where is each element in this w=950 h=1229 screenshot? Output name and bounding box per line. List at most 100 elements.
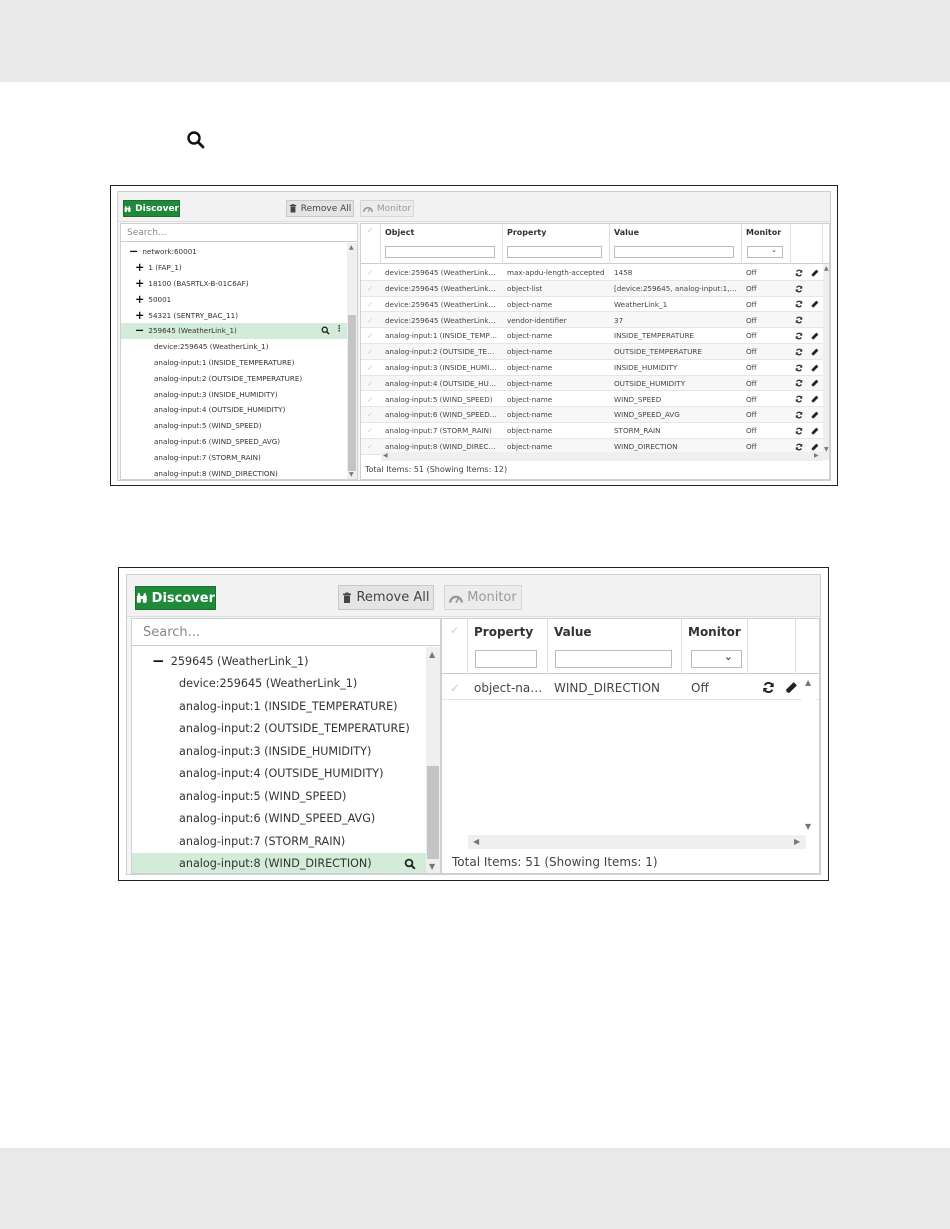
refresh-icon[interactable] <box>795 395 803 403</box>
pencil-icon[interactable] <box>811 443 819 451</box>
pencil-icon[interactable] <box>811 364 819 372</box>
select-all-checkbox[interactable]: ✓ <box>367 226 374 235</box>
expand-icon[interactable]: + <box>135 261 144 274</box>
tree-item[interactable]: −259645 (WeatherLink_1) <box>132 650 426 673</box>
refresh-icon[interactable] <box>795 427 803 435</box>
table-row[interactable]: ✓ analog-input:6 (WIND_SPEED_A... object-n… <box>361 407 829 423</box>
tree-item[interactable]: analog-input:1 (INSIDE_TEMPERATURE) <box>121 355 347 371</box>
pencil-icon[interactable] <box>811 348 819 356</box>
scroll-up-icon[interactable]: ▲ <box>349 245 354 251</box>
tree-item[interactable]: device:259645 (WeatherLink_1) <box>121 339 347 355</box>
grid-scrollbar-zoomed[interactable]: ▲ ▼ <box>802 675 816 835</box>
scroll-right-icon[interactable]: ▶ <box>814 453 819 459</box>
discover-button[interactable]: Discover <box>123 200 180 217</box>
collapse-icon[interactable]: − <box>135 324 144 337</box>
table-row[interactable]: ✓ object-name WIND_DIRECTION Off <box>442 675 819 700</box>
more-options-icon[interactable]: ⋮ <box>335 323 343 333</box>
tree-item[interactable]: analog-input:2 (OUTSIDE_TEMPERATURE) <box>132 718 426 741</box>
refresh-icon[interactable] <box>795 300 803 308</box>
table-row[interactable]: ✓ device:259645 (WeatherLink_1) object-nam… <box>361 297 829 313</box>
scroll-down-icon[interactable]: ▼ <box>349 472 354 478</box>
refresh-icon[interactable] <box>795 332 803 340</box>
row-checkbox[interactable]: ✓ <box>367 442 373 451</box>
tree-scrollbar[interactable]: ▲ ▼ <box>347 243 357 479</box>
expand-icon[interactable]: + <box>135 309 144 322</box>
tree-item[interactable]: analog-input:3 (INSIDE_HUMIDITY) <box>132 740 426 763</box>
tree-item[interactable]: analog-input:6 (WIND_SPEED_AVG) <box>132 808 426 831</box>
scroll-down-icon-zoomed[interactable]: ▼ <box>429 863 435 871</box>
tree-item[interactable]: device:259645 (WeatherLink_1) <box>132 673 426 696</box>
table-row[interactable]: ✓ device:259645 (WeatherLink_1) object-lis… <box>361 280 829 297</box>
pencil-icon[interactable] <box>811 379 819 387</box>
table-row[interactable]: ✓ analog-input:1 (INSIDE_TEMPE... object-n… <box>361 328 829 344</box>
remove-all-button-zoomed[interactable]: Remove All <box>338 585 434 610</box>
tree-item[interactable]: analog-input:4 (OUTSIDE_HUMIDITY) <box>121 402 347 418</box>
table-row[interactable]: ✓ analog-input:7 (STORM_RAIN) object-name S… <box>361 423 829 439</box>
scroll-left-icon-zoomed[interactable]: ◀ <box>473 838 479 846</box>
grid-scrollbar[interactable]: ▲ ▼ <box>823 264 829 460</box>
tree-scrollbar-thumb[interactable] <box>348 315 356 471</box>
tree-item[interactable]: analog-input:6 (WIND_SPEED_AVG) <box>121 434 347 450</box>
tree-scrollbar-thumb-zoomed[interactable] <box>427 766 439 859</box>
select-all-checkbox-zoomed[interactable]: ✓ <box>450 624 459 637</box>
tree-item[interactable]: analog-input:1 (INSIDE_TEMPERATURE) <box>132 695 426 718</box>
row-checkbox[interactable]: ✓ <box>450 681 460 695</box>
row-checkbox[interactable]: ✓ <box>367 426 373 435</box>
discover-button-zoomed[interactable]: Discover <box>135 586 216 610</box>
pencil-icon[interactable] <box>811 269 819 277</box>
tree-item[interactable]: +50001 <box>121 291 347 307</box>
tree-item[interactable]: −259645 (WeatherLink_1) ⋮ <box>121 323 347 339</box>
refresh-icon[interactable] <box>795 443 803 451</box>
pencil-icon[interactable] <box>785 681 798 694</box>
row-checkbox[interactable]: ✓ <box>367 363 373 372</box>
tree-item[interactable]: analog-input:5 (WIND_SPEED) <box>132 785 426 808</box>
value-filter-input-zoomed[interactable] <box>555 650 672 668</box>
search-icon[interactable] <box>404 858 416 870</box>
value-filter-input[interactable] <box>614 246 734 258</box>
refresh-icon[interactable] <box>795 411 803 419</box>
tree-search-input[interactable]: Search... <box>121 224 357 242</box>
table-row[interactable]: ✓ device:259645 (WeatherLink_1) max-apdu-l… <box>361 265 829 281</box>
pencil-icon[interactable] <box>811 427 819 435</box>
tree-item[interactable]: analog-input:3 (INSIDE_HUMIDITY) <box>121 386 347 402</box>
table-row[interactable]: ✓ analog-input:4 (OUTSIDE_HUMI... object-n… <box>361 375 829 392</box>
refresh-icon[interactable] <box>795 364 803 372</box>
grid-horizontal-scrollbar-zoomed[interactable]: ◀ ▶ <box>468 835 806 849</box>
expand-icon[interactable]: + <box>135 277 144 290</box>
collapse-icon[interactable]: − <box>152 652 165 670</box>
scroll-up-icon-zoomed[interactable]: ▲ <box>429 651 435 659</box>
search-icon[interactable] <box>321 326 330 336</box>
tree-item[interactable]: +54321 (SENTRY_BAC_11) <box>121 307 347 323</box>
monitor-filter-select-zoomed[interactable]: ⌄ <box>691 650 742 668</box>
row-checkbox[interactable]: ✓ <box>367 395 373 404</box>
refresh-icon[interactable] <box>795 269 803 277</box>
grid-scroll-down-icon-zoomed[interactable]: ▼ <box>805 823 811 831</box>
row-checkbox[interactable]: ✓ <box>367 300 373 309</box>
row-checkbox[interactable]: ✓ <box>367 347 373 356</box>
property-filter-input-zoomed[interactable] <box>475 650 537 668</box>
refresh-icon[interactable] <box>795 379 803 387</box>
monitor-filter-select[interactable]: ⌄ <box>747 246 783 258</box>
table-row[interactable]: ✓ device:259645 (WeatherLink_1) vendor-ide… <box>361 312 829 329</box>
remove-all-button[interactable]: Remove All <box>286 200 354 217</box>
expand-icon[interactable]: + <box>135 293 144 306</box>
row-checkbox[interactable]: ✓ <box>367 268 373 277</box>
tree-search-input-zoomed[interactable]: Search... <box>132 619 440 646</box>
tree-item[interactable]: analog-input:8 (WIND_DIRECTION) <box>132 852 426 873</box>
table-row[interactable]: ✓ analog-input:2 (OUTSIDE_TEM... object-na… <box>361 344 829 360</box>
scroll-left-icon[interactable]: ◀ <box>383 453 388 459</box>
refresh-icon[interactable] <box>795 348 803 356</box>
pencil-icon[interactable] <box>811 411 819 419</box>
row-checkbox[interactable]: ✓ <box>367 410 373 419</box>
pencil-icon[interactable] <box>811 332 819 340</box>
pencil-icon[interactable] <box>811 300 819 308</box>
tree-item[interactable]: analog-input:5 (WIND_SPEED) <box>121 418 347 434</box>
tree-item[interactable]: analog-input:7 (STORM_RAIN) <box>121 449 347 465</box>
table-row[interactable]: ✓ analog-input:3 (INSIDE_HUMIDI... object-… <box>361 360 829 376</box>
refresh-icon[interactable] <box>795 316 803 324</box>
tree-item[interactable]: +1 (FAP_1) <box>121 260 347 276</box>
refresh-icon[interactable] <box>762 681 775 694</box>
row-checkbox[interactable]: ✓ <box>367 331 373 340</box>
grid-scroll-down-icon[interactable]: ▼ <box>824 447 829 453</box>
grid-scroll-up-icon[interactable]: ▲ <box>824 266 829 272</box>
